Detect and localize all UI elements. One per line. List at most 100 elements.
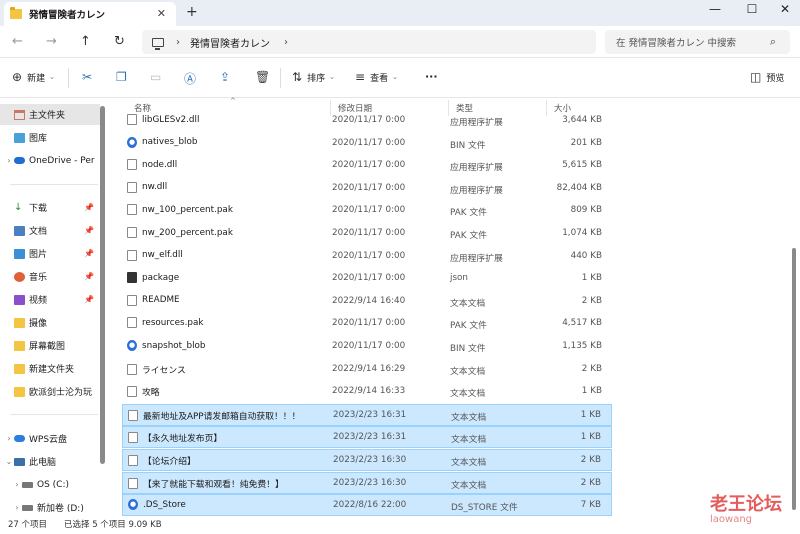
search-input[interactable]: 在 発情冒険者カレン 中搜索 ⌕ xyxy=(605,30,790,54)
file-row[interactable]: nw_200_percent.pak 2020/11/17 0:00 PAK 文件 1… xyxy=(122,223,612,245)
cut-button[interactable]: ✂ xyxy=(82,70,92,84)
sidebar-item-downloads[interactable]: ↓ 下载 📌 xyxy=(0,197,100,218)
sidebar-item-gallery[interactable]: 图库 xyxy=(0,127,100,148)
pin-icon[interactable]: 📌 xyxy=(84,272,94,281)
file-row[interactable]: ● natives_blob 2020/11/17 0:00 BIN 文件 201 KB xyxy=(122,133,612,155)
chevron-right-icon[interactable]: › xyxy=(4,434,14,443)
file-row[interactable]: resources.pak 2020/11/17 0:00 PAK 文件 4,517 … xyxy=(122,313,612,335)
this-pc-icon xyxy=(152,37,164,50)
file-row[interactable]: 攻略 2022/9/14 16:33 文本文档 1 KB xyxy=(122,381,612,403)
file-type: 应用程序扩展 xyxy=(450,163,503,174)
file-name: ライセンス xyxy=(142,365,186,376)
file-row[interactable]: 【论坛介绍】 2023/2/23 16:30 文本文档 2 KB xyxy=(122,449,612,471)
chevron-right-icon[interactable]: › xyxy=(176,37,180,48)
chevron-right-icon[interactable]: › xyxy=(284,37,288,48)
window-tab[interactable]: 発情冒険者カレン ✕ xyxy=(4,2,176,26)
status-bar: 27 个项目 已选择 5 个项目 9.09 KB xyxy=(0,516,800,534)
chevron-down-icon[interactable]: ⌄ xyxy=(4,457,14,466)
file-row[interactable]: node.dll 2020/11/17 0:00 应用程序扩展 5,615 KB xyxy=(122,155,612,177)
sidebar-item-folder[interactable]: 屏幕截图 xyxy=(0,335,100,356)
file-date: 2020/11/17 0:00 xyxy=(332,205,406,216)
file-row[interactable]: libGLESv2.dll 2020/11/17 0:00 应用程序扩展 3,644 … xyxy=(122,110,612,132)
sidebar-item-documents[interactable]: 文档 📌 xyxy=(0,220,100,241)
chevron-right-icon[interactable]: › xyxy=(12,503,22,512)
file-row[interactable]: 【来了就能下载和观看！纯免费！】 2023/2/23 16:30 文本文档 2 KB xyxy=(122,471,612,494)
sidebar-item-this-pc[interactable]: ⌄ 此电脑 xyxy=(0,451,100,472)
tab-close-icon[interactable]: ✕ xyxy=(157,7,166,20)
file-row[interactable]: nw.dll 2020/11/17 0:00 应用程序扩展 82,404 KB xyxy=(122,178,612,200)
pin-icon[interactable]: 📌 xyxy=(84,249,94,258)
share-button[interactable]: ⇪ xyxy=(220,70,230,84)
delete-button[interactable]: 🗑 xyxy=(255,70,270,84)
view-label: 查看 xyxy=(370,73,389,84)
file-row[interactable]: README 2022/9/14 16:40 文本文档 2 KB xyxy=(122,291,612,313)
sidebar-scrollbar[interactable] xyxy=(100,106,105,464)
sidebar-item-folder[interactable]: 新建文件夹 xyxy=(0,358,100,379)
file-type: 应用程序扩展 xyxy=(450,118,503,128)
wps-cloud-icon xyxy=(14,435,25,442)
file-row[interactable]: 最新地址及APP请发邮箱自动获取！！！ 2023/2/23 16:31 文本文档 1 … xyxy=(122,403,612,426)
file-row[interactable]: nw_elf.dll 2020/11/17 0:00 应用程序扩展 440 KB xyxy=(122,246,612,268)
videos-icon xyxy=(14,294,25,305)
pin-icon[interactable]: 📌 xyxy=(84,226,94,235)
file-row[interactable]: package 2020/11/17 0:00 json 1 KB xyxy=(122,268,612,290)
sidebar-item-label: 图库 xyxy=(29,134,48,144)
sidebar-item-pictures[interactable]: 图片 📌 xyxy=(0,243,100,264)
file-name-cell: 攻略 xyxy=(127,385,160,398)
sidebar-item-videos[interactable]: 视频 📌 xyxy=(0,289,100,310)
breadcrumb[interactable]: 発情冒険者カレン xyxy=(190,35,270,50)
content-scrollbar[interactable] xyxy=(792,248,796,510)
chevron-right-icon[interactable]: › xyxy=(12,480,22,489)
paste-button[interactable]: ▭ xyxy=(150,70,161,84)
file-size: 3,644 KB xyxy=(562,115,602,125)
new-tab-button[interactable]: + xyxy=(186,4,198,20)
file-date: 2022/9/14 16:40 xyxy=(332,295,406,306)
file-row[interactable]: nw_100_percent.pak 2020/11/17 0:00 PAK 文件 8… xyxy=(122,200,612,222)
document-icon xyxy=(128,455,138,466)
file-type: PAK 文件 xyxy=(450,208,487,219)
sidebar-item-home[interactable]: 主文件夹 xyxy=(0,104,100,125)
file-row[interactable]: ● snapshot_blob 2020/11/17 0:00 BIN 文件 1,135… xyxy=(122,336,612,358)
sidebar-item-music[interactable]: 音乐 📌 xyxy=(0,266,100,287)
file-type: BIN 文件 xyxy=(450,344,486,354)
maximize-button[interactable]: ☐ xyxy=(737,2,767,16)
file-row[interactable]: 【永久地址发布页】 2023/2/23 16:31 文本文档 1 KB xyxy=(122,426,612,449)
back-icon[interactable]: ← xyxy=(12,34,23,49)
pin-icon[interactable]: 📌 xyxy=(84,295,94,304)
preview-pane-icon: ◫ xyxy=(750,70,762,84)
file-type: BIN 文件 xyxy=(450,140,486,151)
chevron-right-icon[interactable]: › xyxy=(4,156,14,165)
sidebar-item-drive-d[interactable]: › 新加卷 (D:) xyxy=(0,497,100,518)
view-button[interactable]: ≡ 查看 ⌄ xyxy=(355,70,398,84)
sidebar-item-drive-c[interactable]: › OS (C:) xyxy=(0,474,100,495)
document-icon xyxy=(127,227,137,238)
sidebar-item-wps-cloud[interactable]: › WPS云盘 xyxy=(0,428,100,449)
close-button[interactable]: ✕ xyxy=(770,2,800,16)
new-button[interactable]: ⊕ 新建 ⌄ xyxy=(12,70,55,84)
rename-button[interactable]: Ⓐ xyxy=(184,70,196,87)
file-date: 2020/11/17 0:00 xyxy=(332,115,406,125)
file-name-cell: nw_200_percent.pak xyxy=(127,227,233,238)
forward-icon[interactable]: → xyxy=(46,34,57,49)
sidebar-item-onedrive[interactable]: › OneDrive - Per xyxy=(0,150,100,171)
drive-icon xyxy=(22,481,33,488)
file-name: resources.pak xyxy=(142,317,204,328)
file-row[interactable]: ● .DS_Store 2022/8/16 22:00 DS_STORE 文件 7 KB xyxy=(122,494,612,517)
refresh-icon[interactable]: ↻ xyxy=(114,34,125,49)
up-icon[interactable]: ↑ xyxy=(80,34,91,49)
dll-file-icon xyxy=(127,159,137,171)
chevron-down-icon: ⌄ xyxy=(49,73,55,81)
sidebar-item-folder[interactable]: 摄像 xyxy=(0,312,100,333)
file-row[interactable]: ライセンス 2022/9/14 16:29 文本文档 2 KB xyxy=(122,359,612,381)
sort-button[interactable]: ⇅ 排序 ⌄ xyxy=(292,70,335,84)
minimize-button[interactable]: — xyxy=(700,2,730,16)
pin-icon[interactable]: 📌 xyxy=(84,203,94,212)
copy-button[interactable]: ❐ xyxy=(116,70,127,84)
file-date: 2020/11/17 0:00 xyxy=(332,250,406,261)
address-bar[interactable]: › 発情冒険者カレン › xyxy=(142,30,596,54)
preview-button[interactable]: ◫ 预览 xyxy=(750,70,784,84)
dll-file-icon xyxy=(127,114,137,125)
sidebar-item-folder[interactable]: 欧派剑士沦为玩 xyxy=(0,381,100,402)
more-button[interactable]: ··· xyxy=(425,70,438,83)
file-type: 文本文档 xyxy=(451,480,487,491)
